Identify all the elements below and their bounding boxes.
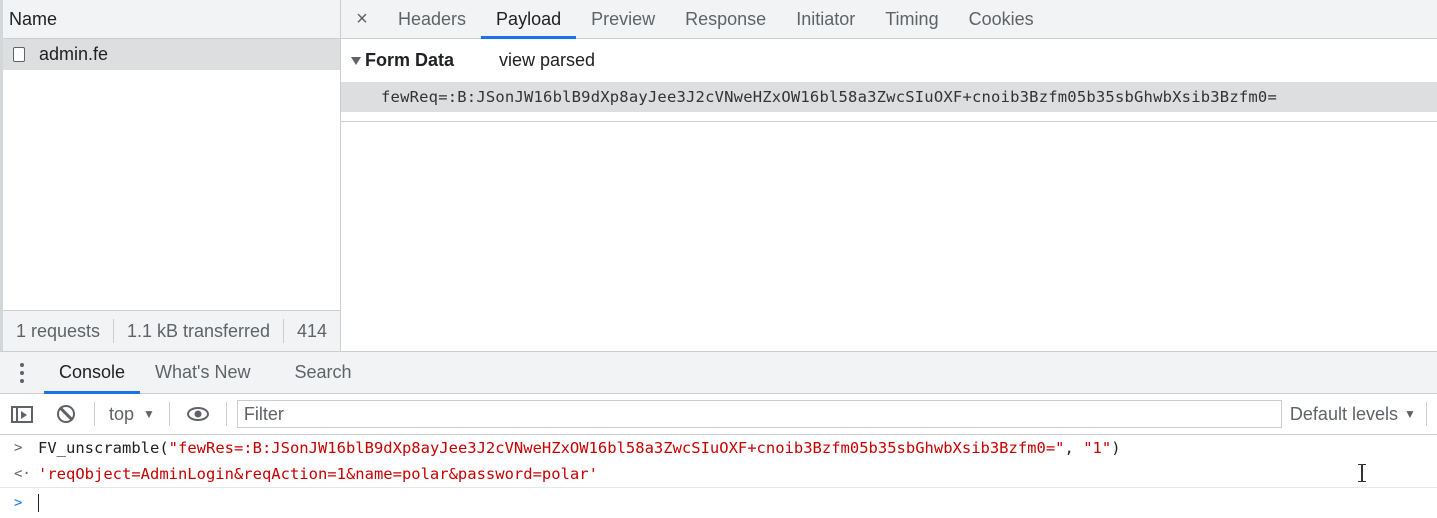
console-prompt[interactable]: > — [0, 488, 1437, 518]
toolbar-divider — [225, 402, 227, 426]
console-toolbar: top ▼ Default levels ▼ — [0, 394, 1437, 435]
sidebar-icon — [11, 405, 33, 423]
console-command-sep: , — [1064, 439, 1084, 457]
drawer-tab-bar: Console What's New Search — [0, 352, 1437, 394]
console-command-arg2: "1" — [1083, 439, 1112, 457]
toolbar-divider — [1425, 402, 1427, 426]
more-options-icon[interactable] — [0, 352, 44, 393]
text-cursor-icon — [1358, 464, 1366, 482]
tab-response[interactable]: Response — [670, 0, 781, 38]
sidebar-toggle-button[interactable] — [0, 394, 44, 434]
tab-timing[interactable]: Timing — [870, 0, 953, 38]
toolbar-divider — [94, 402, 95, 426]
name-column-label: Name — [9, 8, 58, 29]
tab-cookies[interactable]: Cookies — [954, 0, 1049, 38]
console-drawer: Console What's New Search top ▼ Default … — [0, 351, 1437, 517]
tab-console[interactable]: Console — [44, 352, 141, 394]
console-command-arg1: "fewRes=:B:JSonJW16blB9dXp8ayJee3J2cVNwe… — [168, 439, 1065, 457]
input-chevron-icon: > — [14, 440, 23, 456]
resources-size: 414 — [296, 320, 327, 341]
form-data-row[interactable]: fewReq=:B:JSonJW16blB9dXp8ayJee3J2cVNweH… — [341, 82, 1437, 112]
console-command-close: ) — [1111, 439, 1121, 457]
text-caret — [38, 494, 39, 512]
form-data-title: Form Data — [365, 50, 455, 70]
tab-initiator[interactable]: Initiator — [781, 0, 870, 38]
request-name: admin.fe — [39, 44, 109, 64]
log-levels-selector[interactable]: Default levels ▼ — [1290, 404, 1416, 425]
tab-preview[interactable]: Preview — [576, 0, 670, 38]
section-divider — [341, 121, 1437, 122]
close-icon[interactable]: × — [341, 0, 383, 38]
tab-payload[interactable]: Payload — [481, 0, 577, 39]
tab-search[interactable]: Search — [280, 352, 367, 393]
dropdown-arrow-icon: ▼ — [1403, 407, 1416, 421]
dropdown-arrow-icon: ▼ — [143, 407, 155, 421]
context-selector[interactable]: top ▼ — [101, 404, 163, 425]
clear-icon — [57, 405, 75, 423]
console-command-fn: FV_unscramble( — [38, 439, 169, 457]
live-expression-button[interactable] — [176, 394, 220, 434]
console-messages: > FV_unscramble("fewRes=:B:JSonJW16blB9d… — [0, 435, 1437, 518]
network-status-bar: 1 requests 1.1 kB transferred 414 — [3, 310, 340, 351]
document-icon — [13, 47, 25, 62]
filter-input[interactable] — [236, 400, 1282, 428]
request-detail-pane: × Headers Payload Preview Response Initi… — [341, 0, 1437, 351]
console-result: 'reqObject=AdminLogin&reqAction=1&name=p… — [38, 465, 598, 483]
request-count: 1 requests — [16, 320, 101, 341]
clear-console-button[interactable] — [44, 394, 88, 434]
console-input-line[interactable]: > FV_unscramble("fewRes=:B:JSonJW16blB9d… — [0, 435, 1437, 461]
form-data-section-header[interactable]: Form Data view parsed — [341, 39, 1437, 82]
transferred-size: 1.1 kB transferred — [126, 320, 271, 341]
toolbar-divider — [168, 402, 170, 426]
eye-icon — [186, 407, 209, 421]
detail-tab-bar: × Headers Payload Preview Response Initi… — [341, 0, 1437, 39]
name-column-header[interactable]: Name — [3, 0, 340, 39]
console-result-line[interactable]: <· 'reqObject=AdminLogin&reqAction=1&nam… — [0, 461, 1437, 488]
tab-headers[interactable]: Headers — [383, 0, 481, 38]
request-row[interactable]: admin.fe — [3, 39, 340, 70]
context-label: top — [109, 403, 135, 424]
log-levels-label: Default levels — [1289, 403, 1398, 424]
prompt-chevron-icon: > — [14, 495, 23, 511]
request-list-pane: Name admin.fe 1 requests 1.1 kB transfer… — [0, 0, 341, 351]
expand-triangle-icon — [351, 56, 361, 65]
view-parsed-toggle[interactable]: view parsed — [499, 50, 595, 71]
result-arrow-icon: <· — [14, 466, 31, 482]
tab-whats-new[interactable]: What's New — [140, 352, 265, 393]
